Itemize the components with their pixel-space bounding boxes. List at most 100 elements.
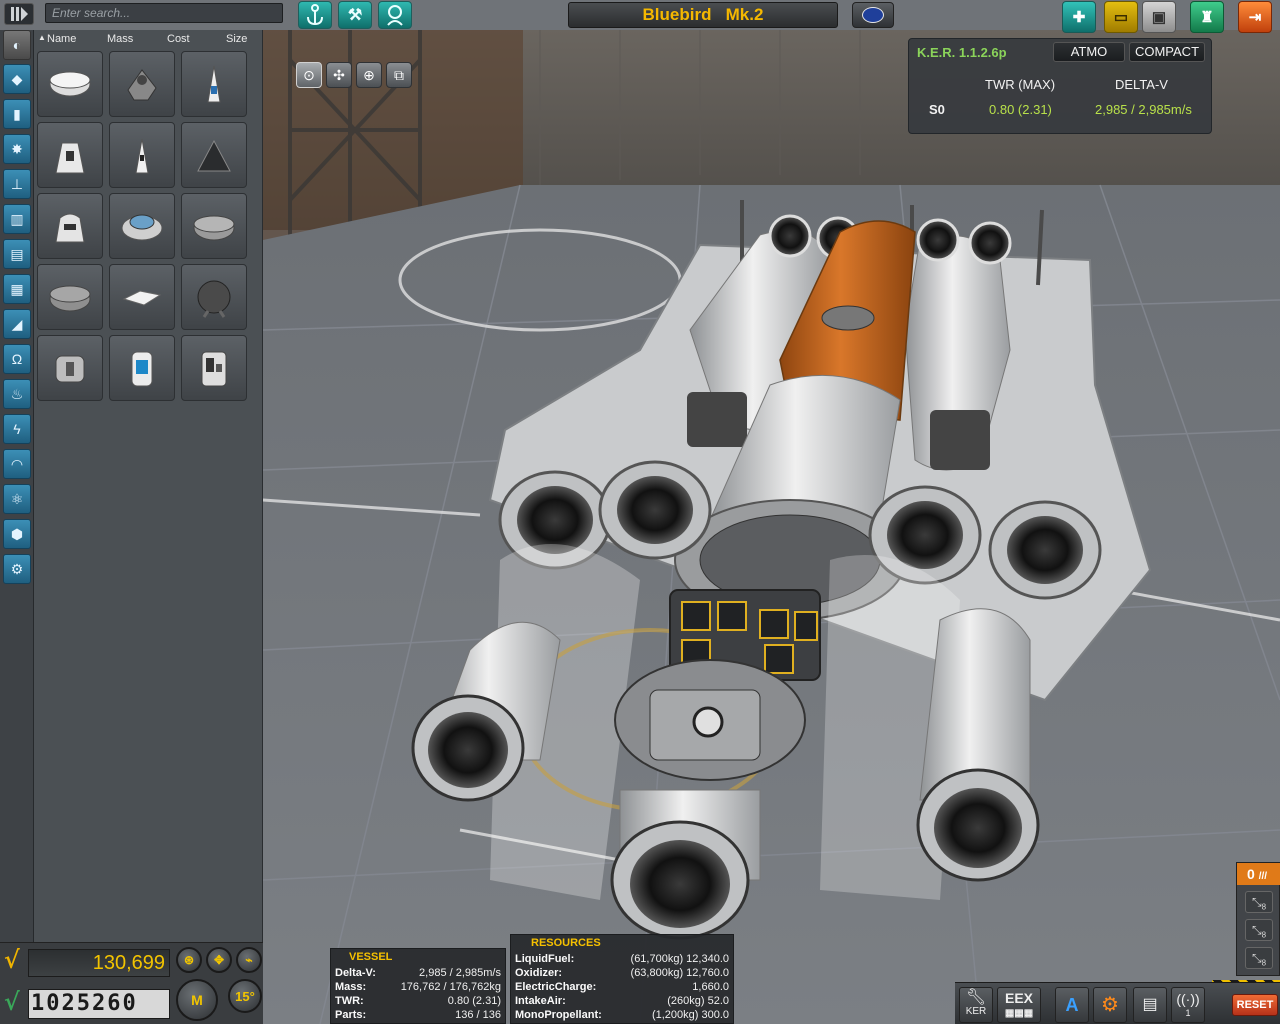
ker-compact-button[interactable]: COMPACT (1129, 42, 1205, 62)
part-cell[interactable] (37, 264, 103, 330)
payload-icon: ▦ (10, 281, 24, 297)
reset-button[interactable]: RESET (1232, 994, 1278, 1016)
resource-value: (260kg) 52.0 (667, 995, 729, 1007)
offset-icon: ✣ (333, 66, 345, 83)
launch-button[interactable]: ♜ (1190, 1, 1224, 33)
part-cell[interactable] (181, 51, 247, 117)
exit-button[interactable]: ⇥ (1238, 1, 1272, 33)
exit-door-icon: ⇥ (1248, 9, 1262, 26)
vessel-stat-label: Delta-V: (335, 967, 376, 979)
sort-by-cost[interactable]: Cost (167, 33, 190, 45)
vessel-stat-row: Parts: 136 / 136 (335, 1009, 501, 1023)
comms-button[interactable]: ((·)) 1 (1171, 987, 1205, 1023)
stage-item[interactable]: ⤡8 (1245, 947, 1273, 969)
part-cell[interactable] (181, 122, 247, 188)
category-payload[interactable]: ▦ (3, 274, 31, 304)
wrench-icon: 🔧︎ (965, 989, 987, 1006)
search-input[interactable] (45, 3, 283, 23)
load-vessel-button[interactable]: ▭ (1104, 1, 1138, 33)
vessel-panel: VESSEL Delta-V: 2,985 / 2,985m/s Mass: 176,… (330, 948, 506, 1024)
utility-icon: ⚙ (10, 561, 24, 577)
sort-by-name[interactable]: Name (47, 33, 76, 45)
category-utility[interactable]: ⚙ (3, 554, 31, 584)
eex-app-button[interactable]: EEX ▦▦▦ (997, 987, 1041, 1023)
collapse-parts-button[interactable] (4, 3, 34, 25)
part-cell[interactable] (109, 51, 175, 117)
ker-app-button[interactable]: 🔧︎ KER (959, 987, 993, 1023)
vessel-stat-row: Delta-V: 2,985 / 2,985m/s (335, 967, 501, 981)
kerbal-icon (387, 5, 403, 26)
rotate-tool-button[interactable]: ⊕ (356, 62, 382, 88)
flame-icon: ♨ (10, 386, 24, 402)
part-thumbnail (207, 65, 221, 103)
save-vessel-button[interactable]: ▣ (1142, 1, 1176, 33)
part-cell[interactable] (37, 193, 103, 259)
new-vessel-button[interactable]: ✚ (1062, 1, 1096, 33)
vessel-name-field[interactable]: Bluebird Mk.2 (568, 2, 838, 28)
part-cell[interactable] (109, 264, 175, 330)
sort-arrow-icon: ▲ (38, 33, 46, 42)
stage-item[interactable]: ⤡8 (1245, 919, 1273, 941)
wrench-hammer-icon: ⚒ (347, 7, 363, 24)
category-pods[interactable]: ◆ (3, 64, 31, 94)
new-file-icon: ✚ (1072, 9, 1086, 26)
ker-twr-value: 0.80 (2.31) (989, 102, 1052, 117)
action-groups-button[interactable] (298, 1, 332, 29)
part-cell[interactable] (181, 193, 247, 259)
part-cell[interactable] (181, 335, 247, 401)
part-cell[interactable] (181, 264, 247, 330)
save-disk-icon: ▣ (1151, 9, 1167, 26)
ker-atmo-button[interactable]: ATMO (1053, 42, 1125, 62)
flag-button[interactable] (852, 2, 894, 28)
category-control[interactable]: ⊥ (3, 169, 31, 199)
category-science[interactable]: ⚛ (3, 484, 31, 514)
angle-snap-button[interactable]: 15° (228, 979, 262, 1013)
filter-by-function-button[interactable]: ◐ (3, 30, 31, 60)
ker-twr-header: TWR (MAX) (985, 77, 1056, 92)
ker-dv-header: DELTA-V (1115, 77, 1168, 92)
category-aerodynamics[interactable]: ◢ (3, 309, 31, 339)
vessel-stat-row: Mass: 176,762 / 176,762kg (335, 981, 501, 995)
editor-extensions-button[interactable]: A (1055, 987, 1089, 1023)
place-tool-button[interactable]: ⊙ (296, 62, 322, 88)
category-engines[interactable]: ✸ (3, 134, 31, 164)
symmetry-icon: ⊛ (183, 953, 195, 967)
part-cell[interactable] (109, 122, 175, 188)
category-structural[interactable]: ▥ (3, 204, 31, 234)
sort-by-mass[interactable]: Mass (107, 33, 133, 45)
engineers-report-button[interactable]: ▤ (1133, 987, 1167, 1023)
category-communication[interactable]: ◠ (3, 449, 31, 479)
funds-value: 130,699 (28, 949, 170, 977)
offset-tool-button[interactable]: ✣ (326, 62, 352, 88)
part-thumbnail (49, 285, 91, 312)
rotate-icon: ⊕ (363, 66, 375, 83)
vessel-stat-label: Parts: (335, 1009, 367, 1021)
root-tool-button[interactable]: ⧉ (386, 62, 412, 88)
category-coupling[interactable]: ▤ (3, 239, 31, 269)
part-cell[interactable] (37, 335, 103, 401)
science-icon: √ (4, 987, 20, 1016)
sort-by-size[interactable]: Size (226, 33, 247, 45)
crew-button[interactable] (378, 1, 412, 29)
angle-snap-toggle-button[interactable]: ✥ (206, 947, 232, 973)
part-thumbnail (49, 71, 91, 97)
part-cell[interactable] (37, 122, 103, 188)
vessel-stat-label: Mass: (335, 981, 367, 993)
symmetry-button[interactable]: ⊛ (176, 947, 202, 973)
category-fuel-tanks[interactable]: ▮ (3, 99, 31, 129)
category-electrical[interactable]: ϟ (3, 414, 31, 444)
parts-button[interactable]: ⚒ (338, 1, 372, 29)
attachment-rules-button[interactable]: ⌁ (236, 947, 262, 973)
category-ground[interactable]: Ω (3, 344, 31, 374)
category-cargo[interactable]: ⬢ (3, 519, 31, 549)
top-toolbar: ⚒ Bluebird Mk.2 ✚ ▭ ▣ ♜ ⇥ (0, 0, 1280, 33)
mode-button[interactable]: M (176, 979, 218, 1021)
resource-value: (1,200kg) 300.0 (651, 1009, 729, 1021)
part-cell[interactable] (109, 335, 175, 401)
stock-settings-button[interactable]: ⚙ (1093, 987, 1127, 1023)
category-thermal[interactable]: ♨ (3, 379, 31, 409)
stage-item[interactable]: ⤡8 (1245, 891, 1273, 913)
fuel-tank-icon: ▮ (13, 106, 21, 122)
part-cell[interactable] (109, 193, 175, 259)
part-cell[interactable] (37, 51, 103, 117)
